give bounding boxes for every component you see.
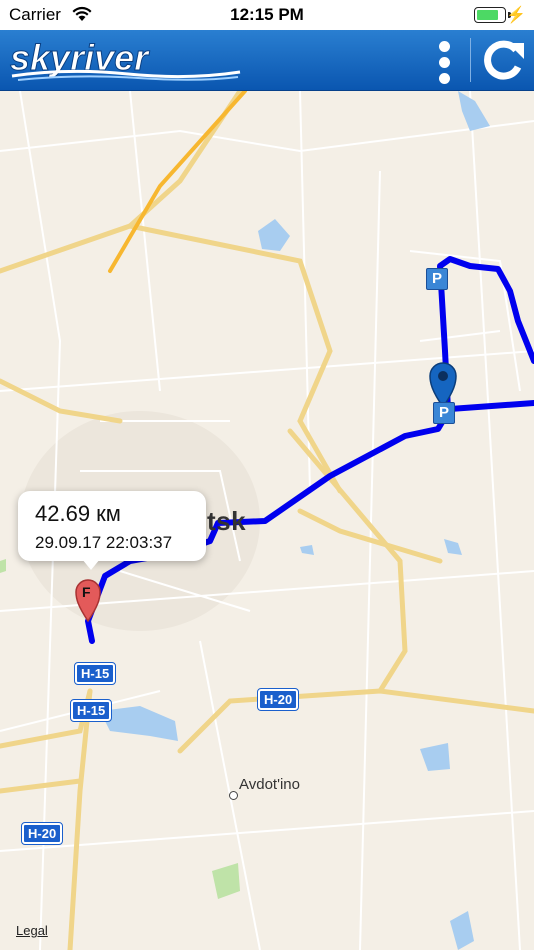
refresh-button[interactable] [480, 35, 528, 85]
status-time: 12:15 PM [230, 5, 304, 24]
vertical-dots-icon-dot [439, 73, 450, 84]
refresh-icon [484, 40, 524, 80]
place-dot [229, 791, 238, 800]
route-callout[interactable]: 42.69 км 29.09.17 22:03:37 [18, 491, 206, 570]
finish-marker-label: F [82, 584, 91, 600]
app-header: skyriver [0, 30, 534, 91]
status-bar: Carrier 12:15 PM ⚡ [0, 0, 534, 30]
road-label: H-20 [256, 688, 300, 711]
menu-button[interactable] [426, 35, 464, 85]
place-label: Avdot'ino [239, 776, 300, 793]
legal-link[interactable]: Legal [16, 923, 48, 938]
charging-bolt-icon: ⚡ [506, 7, 526, 24]
map-view[interactable]: F P P H-15 H-15 H-20 H-20 Donetsk Avdot'… [0, 91, 534, 950]
skyriver-logo: skyriver [8, 37, 243, 89]
road-label: H-15 [73, 662, 117, 685]
distance-value: 42.69 км [35, 501, 121, 526]
vertical-dots-icon [439, 41, 450, 52]
parking-marker[interactable]: P [426, 268, 448, 290]
datetime-value: 29.09.17 22:03:37 [35, 533, 173, 552]
vertical-dots-icon-dot [439, 57, 450, 68]
callout-tail [82, 559, 100, 570]
header-divider [470, 38, 471, 82]
battery-icon [474, 7, 506, 23]
road-label: H-15 [69, 699, 113, 722]
road-label: H-20 [20, 822, 64, 845]
parking-marker[interactable]: P [433, 402, 455, 424]
